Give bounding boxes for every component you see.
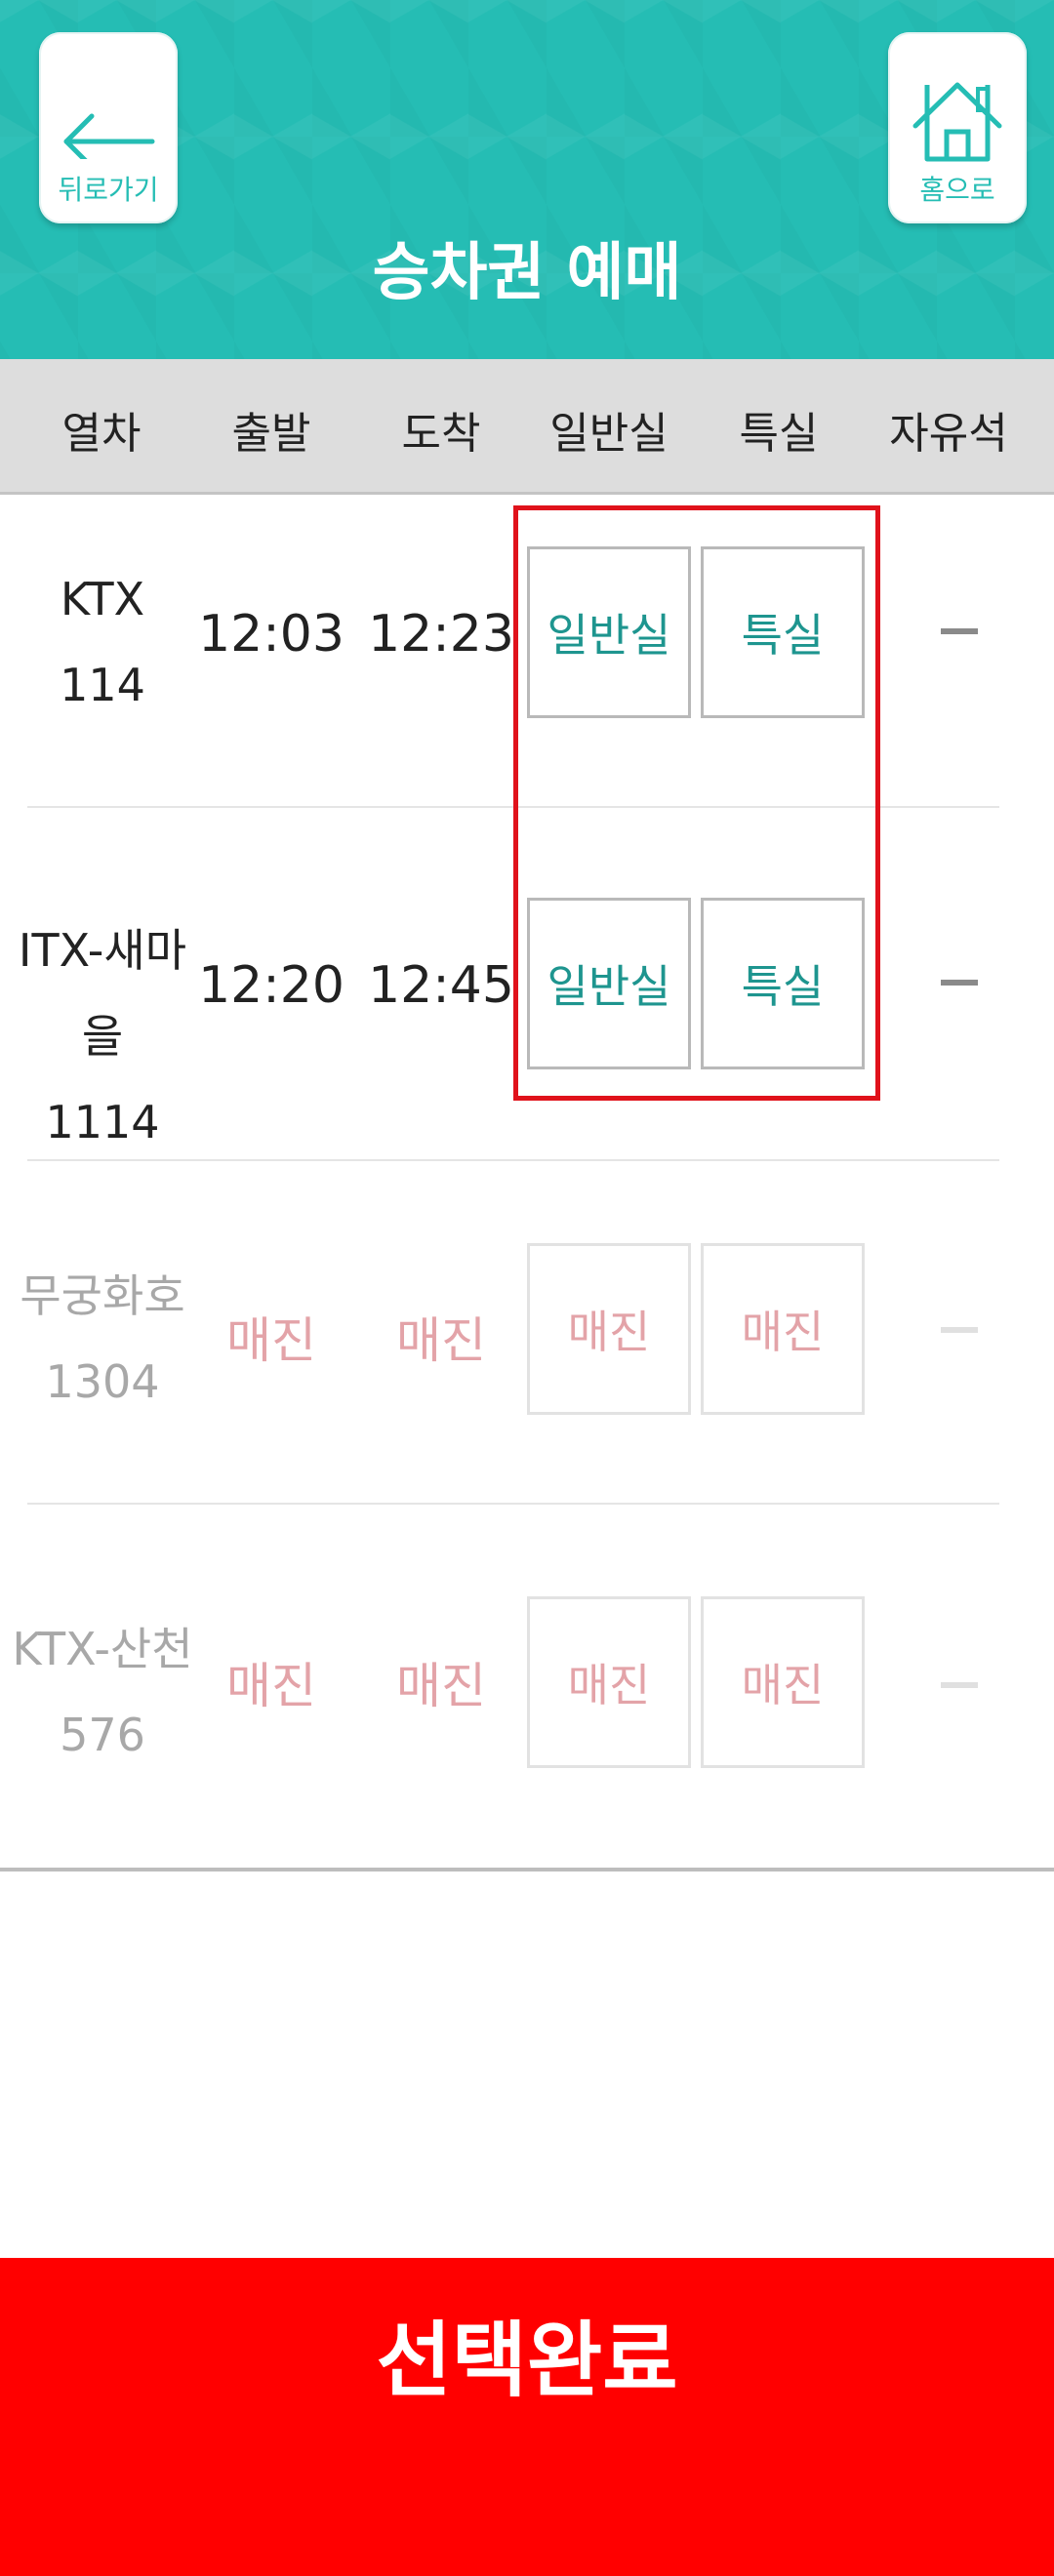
free-seat-unavailable <box>941 628 978 634</box>
first-class-soldout: 매진 <box>701 1596 865 1768</box>
table-row: KTX-산천 576 매진 매진 매진 매진 <box>0 1596 1054 1850</box>
arrive-time: 12:23 <box>368 605 514 664</box>
back-button[interactable]: 뒤로가기 <box>39 32 178 223</box>
home-button[interactable]: 홈으로 <box>888 32 1027 223</box>
depart-soldout: 매진 <box>226 1658 316 1714</box>
free-seat-unavailable <box>941 980 978 986</box>
depart-soldout: 매진 <box>226 1312 316 1369</box>
back-label: 뒤로가기 <box>58 174 159 206</box>
home-label: 홈으로 <box>919 174 995 206</box>
depart-time: 12:03 <box>198 605 345 664</box>
home-icon <box>912 82 1002 162</box>
table-bottom-border <box>0 1868 1054 1872</box>
col-train: 열차 <box>61 409 142 459</box>
confirm-button[interactable]: 선택완료 <box>0 2258 1054 2576</box>
depart-time: 12:20 <box>198 956 345 1015</box>
page-title: 승차권 예매 <box>372 237 682 309</box>
arrive-time: 12:45 <box>368 956 514 1015</box>
train-name: KTX 114 <box>60 573 145 711</box>
train-name: ITX-새마을 1114 <box>18 924 187 1148</box>
row-divider <box>27 1503 999 1505</box>
arrive-soldout: 매진 <box>396 1658 486 1714</box>
header-bar: 뒤로가기 홈으로 승차권 예매 <box>0 0 1054 359</box>
row-divider <box>27 1159 999 1161</box>
train-name: 무궁화호 1304 <box>20 1269 185 1408</box>
general-seat-soldout: 매진 <box>527 1243 691 1415</box>
general-seat-soldout: 매진 <box>527 1596 691 1768</box>
col-free: 자유석 <box>889 409 1008 459</box>
train-name: KTX-산천 576 <box>12 1623 193 1761</box>
first-class-soldout: 매진 <box>701 1243 865 1415</box>
free-seat-unavailable <box>941 1682 978 1688</box>
selection-highlight <box>513 505 880 1101</box>
free-seat-unavailable <box>941 1327 978 1333</box>
table-row: 무궁화호 1304 매진 매진 매진 매진 <box>0 1243 1054 1497</box>
col-first: 특실 <box>739 409 819 459</box>
col-arrive: 도착 <box>401 409 481 459</box>
arrive-soldout: 매진 <box>396 1312 486 1369</box>
arrow-left-icon <box>63 113 155 159</box>
table-header: 열차 출발 도착 일반실 특실 자유석 <box>0 359 1054 495</box>
col-depart: 출발 <box>231 409 311 459</box>
col-general: 일반실 <box>549 409 669 459</box>
